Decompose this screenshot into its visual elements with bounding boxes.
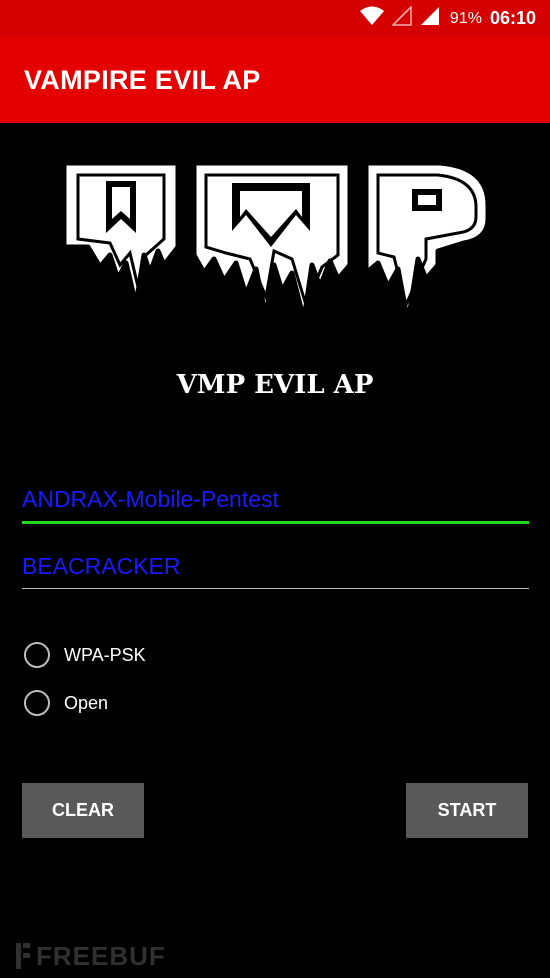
signal-full-icon: [420, 6, 440, 31]
subtitle: VMP EVIL AP: [176, 370, 374, 400]
password-underline: [22, 588, 529, 589]
ssid-underline: [22, 521, 529, 524]
status-clock: 06:10: [489, 8, 536, 28]
radio-label: Open: [64, 692, 109, 713]
ssid-field: [22, 486, 529, 524]
status-bar: 91% 06:10: [0, 0, 550, 37]
signal-empty-icon: [391, 5, 412, 31]
password-input[interactable]: [22, 553, 529, 580]
ssid-input[interactable]: [22, 486, 529, 513]
wifi-icon: [359, 6, 384, 31]
radio-wpa-psk[interactable]: WPA-PSK: [24, 642, 146, 668]
radio-label: WPA-PSK: [64, 644, 146, 665]
radio-circle-icon[interactable]: [24, 642, 50, 668]
watermark-text: FREEBUF: [36, 940, 166, 971]
freebuf-logo-icon: [16, 943, 30, 969]
freebuf-watermark: FREEBUF: [14, 938, 166, 974]
battery-percentage: 91%: [449, 9, 482, 27]
app-bar: VAMPIRE EVIL AP: [0, 37, 550, 123]
password-field: [22, 553, 529, 589]
vmp-logo: [61, 160, 491, 326]
radio-open[interactable]: Open: [24, 690, 108, 716]
radio-circle-icon[interactable]: [24, 690, 50, 716]
app-title: VAMPIRE EVIL AP: [24, 64, 261, 95]
clear-button[interactable]: CLEAR: [22, 783, 144, 838]
start-button[interactable]: START: [406, 783, 528, 838]
